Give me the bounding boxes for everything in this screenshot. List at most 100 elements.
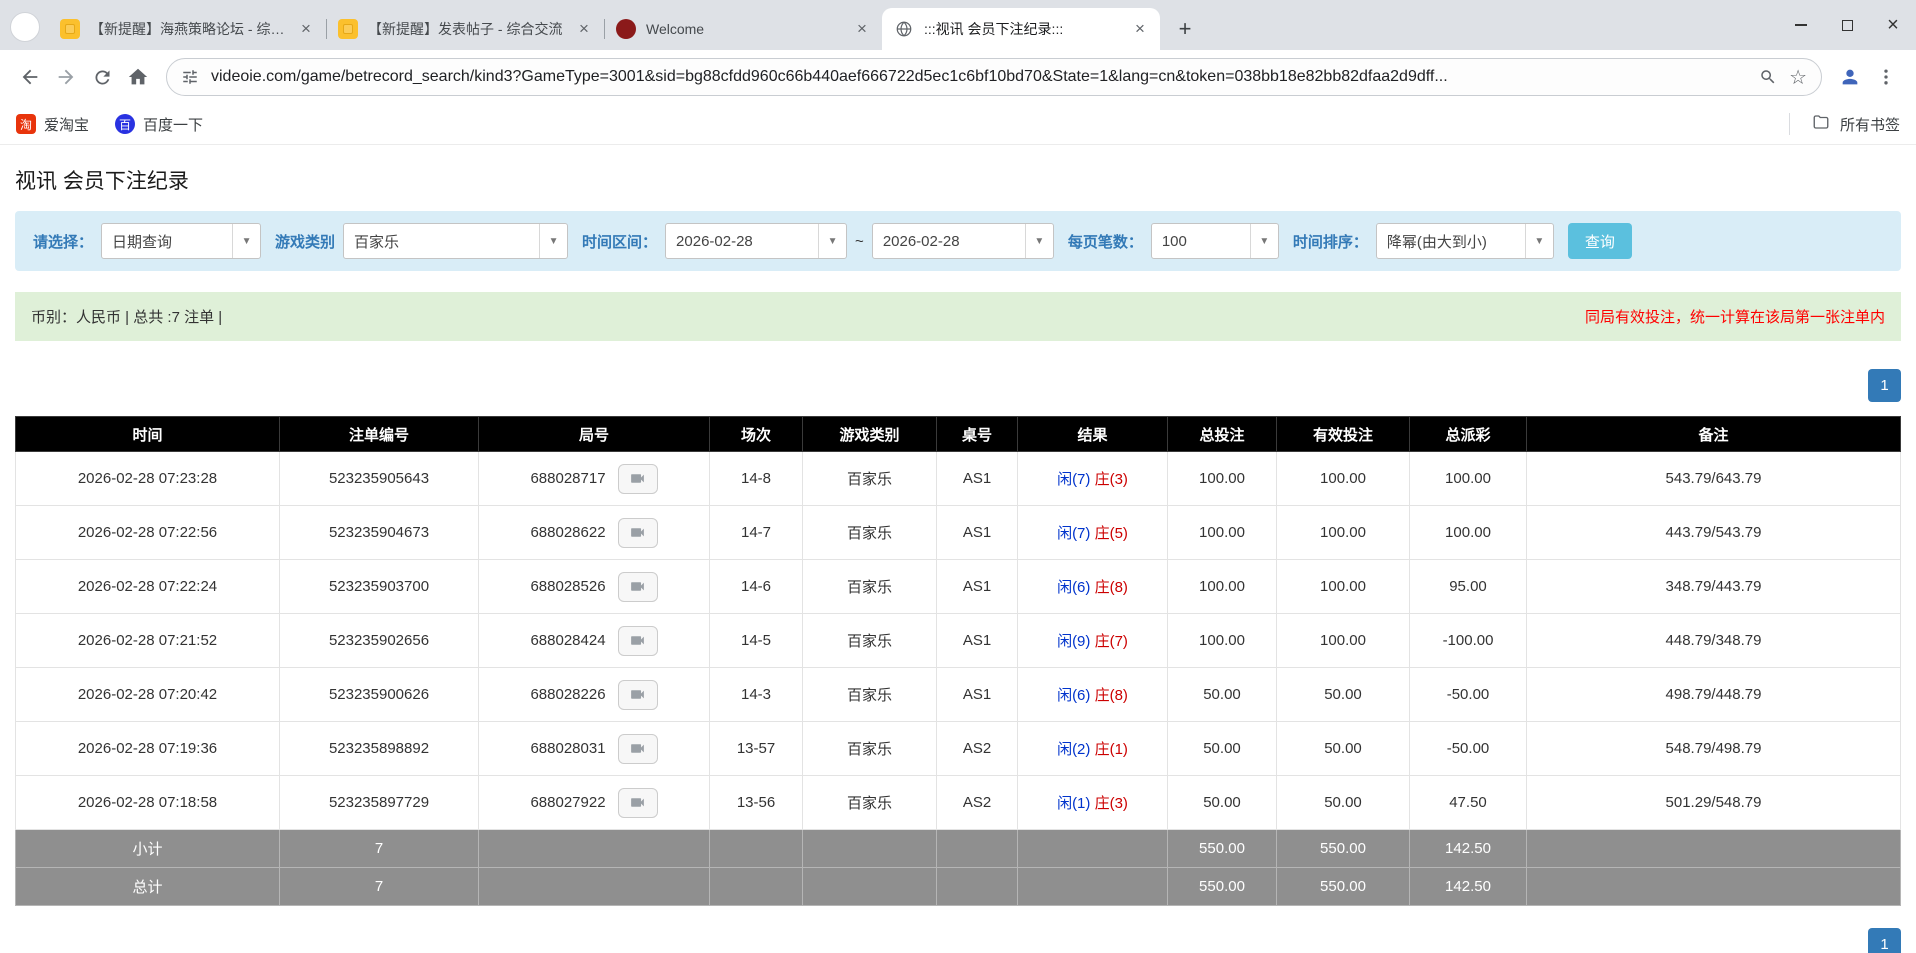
cell-bet-id: 523235898892 xyxy=(280,722,479,776)
cell-session: 13-56 xyxy=(710,776,803,830)
browser-toolbar: videoie.com/game/betrecord_search/kind3?… xyxy=(0,50,1916,104)
cell-note: 543.79/643.79 xyxy=(1527,452,1901,506)
bookmark-star-icon[interactable]: ☆ xyxy=(1789,65,1807,90)
result-banker: 庄(8) xyxy=(1095,687,1128,704)
cell-round: 688028424 xyxy=(479,614,710,668)
video-replay-button[interactable] xyxy=(618,680,658,710)
total-row: 总计 7 550.00 550.00 142.50 xyxy=(16,868,1901,906)
tab-welcome[interactable]: Welcome × xyxy=(604,8,882,50)
result-banker: 庄(1) xyxy=(1095,741,1128,758)
date-from-select[interactable]: 2026-02-28 ▼ xyxy=(665,223,847,259)
search-lens-icon[interactable] xyxy=(1759,68,1777,86)
tab-close-icon[interactable]: × xyxy=(1130,19,1150,39)
tab-bar: 【新提醒】海燕策略论坛 - 综合… × 【新提醒】发表帖子 - 综合交流 × W… xyxy=(0,0,1916,50)
reload-icon[interactable] xyxy=(84,59,120,95)
cell-total-bet[interactable]: 100.00 xyxy=(1168,614,1277,668)
search-button[interactable]: 查询 xyxy=(1568,223,1632,259)
tab-close-icon[interactable]: × xyxy=(852,19,872,39)
close-window-button[interactable]: × xyxy=(1870,0,1916,50)
subtotal-row: 小计 7 550.00 550.00 142.50 xyxy=(16,830,1901,868)
tab-bet-records[interactable]: :::视讯 会员下注纪录::: × xyxy=(882,8,1160,50)
welcome-favicon xyxy=(616,19,636,39)
subtotal-total-bet: 550.00 xyxy=(1168,830,1277,868)
cell-game-type: 百家乐 xyxy=(803,722,937,776)
mode-label: 请选择： xyxy=(33,231,93,252)
round-number: 688028622 xyxy=(530,524,605,541)
sort-label: 时间排序： xyxy=(1293,231,1368,252)
cell-session: 13-57 xyxy=(710,722,803,776)
page-1-button[interactable]: 1 xyxy=(1868,369,1901,402)
cell-total-bet[interactable]: 100.00 xyxy=(1168,560,1277,614)
table-row: 2026-02-28 07:20:42 523235900626 6880282… xyxy=(16,668,1901,722)
all-bookmarks[interactable]: 所有书签 xyxy=(1789,113,1900,135)
tab-close-icon[interactable]: × xyxy=(574,19,594,39)
cell-total-bet[interactable]: 50.00 xyxy=(1168,722,1277,776)
cell-note: 448.79/348.79 xyxy=(1527,614,1901,668)
bookmark-label: 爱淘宝 xyxy=(44,114,89,135)
date-to-select[interactable]: 2026-02-28 ▼ xyxy=(872,223,1054,259)
cell-total-bet[interactable]: 100.00 xyxy=(1168,452,1277,506)
address-bar[interactable]: videoie.com/game/betrecord_search/kind3?… xyxy=(166,58,1822,96)
page-1-button[interactable]: 1 xyxy=(1868,928,1901,953)
video-replay-button[interactable] xyxy=(618,572,658,602)
page-size-label: 每页笔数： xyxy=(1068,231,1143,252)
back-icon[interactable] xyxy=(12,59,48,95)
filter-bar: 请选择： 日期查询 ▼ 游戏类别 百家乐 ▼ 时间区间： 2026-02-28 … xyxy=(15,211,1901,271)
video-replay-button[interactable] xyxy=(618,464,658,494)
cell-payout: -50.00 xyxy=(1410,668,1527,722)
cell-empty xyxy=(937,830,1018,868)
round-number: 688028226 xyxy=(530,686,605,703)
video-replay-button[interactable] xyxy=(618,734,658,764)
cell-round: 688028226 xyxy=(479,668,710,722)
page-title: 视讯 会员下注纪录 xyxy=(15,165,1901,195)
cell-result: 闲(7) 庄(5) xyxy=(1018,506,1168,560)
taobao-icon: 淘 xyxy=(16,114,36,134)
site-info-icon[interactable] xyxy=(181,68,199,86)
profile-icon[interactable] xyxy=(1832,59,1868,95)
cell-empty xyxy=(937,868,1018,906)
tab-strip-button[interactable] xyxy=(10,12,40,42)
game-type-select[interactable]: 百家乐 ▼ xyxy=(343,223,568,259)
cell-round: 688028031 xyxy=(479,722,710,776)
url-text: videoie.com/game/betrecord_search/kind3?… xyxy=(211,68,1747,86)
table-header-row: 时间 注单编号 局号 场次 游戏类别 桌号 结果 总投注 有效投注 总派彩 备注 xyxy=(16,417,1901,452)
bookmark-baidu[interactable]: 百 百度一下 xyxy=(115,114,203,135)
page-content: 视讯 会员下注纪录 请选择： 日期查询 ▼ 游戏类别 百家乐 ▼ 时间区间： 2… xyxy=(0,165,1916,953)
mode-select[interactable]: 日期查询 ▼ xyxy=(101,223,261,259)
round-number: 688028717 xyxy=(530,470,605,487)
total-label: 总计 xyxy=(16,868,280,906)
video-replay-button[interactable] xyxy=(618,788,658,818)
video-replay-button[interactable] xyxy=(618,626,658,656)
bookmark-aitaobao[interactable]: 淘 爱淘宝 xyxy=(16,114,89,135)
subtotal-count: 7 xyxy=(280,830,479,868)
tab-forum-1[interactable]: 【新提醒】海燕策略论坛 - 综合… × xyxy=(48,8,326,50)
cell-empty xyxy=(1527,868,1901,906)
minimize-button[interactable] xyxy=(1778,0,1824,50)
menu-icon[interactable] xyxy=(1868,59,1904,95)
result-banker: 庄(8) xyxy=(1095,579,1128,596)
chevron-down-icon: ▼ xyxy=(1250,224,1278,258)
video-replay-button[interactable] xyxy=(618,518,658,548)
tab-title: 【新提醒】海燕策略论坛 - 综合… xyxy=(90,19,290,39)
page-size-select[interactable]: 100 ▼ xyxy=(1151,223,1279,259)
cell-valid-bet: 50.00 xyxy=(1277,668,1410,722)
result-banker: 庄(5) xyxy=(1095,525,1128,542)
home-icon[interactable] xyxy=(120,59,156,95)
cell-total-bet[interactable]: 50.00 xyxy=(1168,668,1277,722)
cell-time: 2026-02-28 07:22:56 xyxy=(16,506,280,560)
cell-payout: 100.00 xyxy=(1410,452,1527,506)
cell-empty xyxy=(803,868,937,906)
tab-forum-2[interactable]: 【新提醒】发表帖子 - 综合交流 × xyxy=(326,8,604,50)
tab-title: Welcome xyxy=(646,21,846,37)
result-player: 闲(1) xyxy=(1057,795,1090,812)
maximize-button[interactable] xyxy=(1824,0,1870,50)
tab-close-icon[interactable]: × xyxy=(296,19,316,39)
new-tab-button[interactable]: + xyxy=(1168,12,1202,46)
cell-total-bet[interactable]: 50.00 xyxy=(1168,776,1277,830)
sort-select[interactable]: 降幂(由大到小) ▼ xyxy=(1376,223,1554,259)
forward-icon[interactable] xyxy=(48,59,84,95)
header-game-type: 游戏类别 xyxy=(803,417,937,452)
cell-total-bet[interactable]: 100.00 xyxy=(1168,506,1277,560)
round-number: 688028526 xyxy=(530,578,605,595)
cell-bet-id: 523235900626 xyxy=(280,668,479,722)
